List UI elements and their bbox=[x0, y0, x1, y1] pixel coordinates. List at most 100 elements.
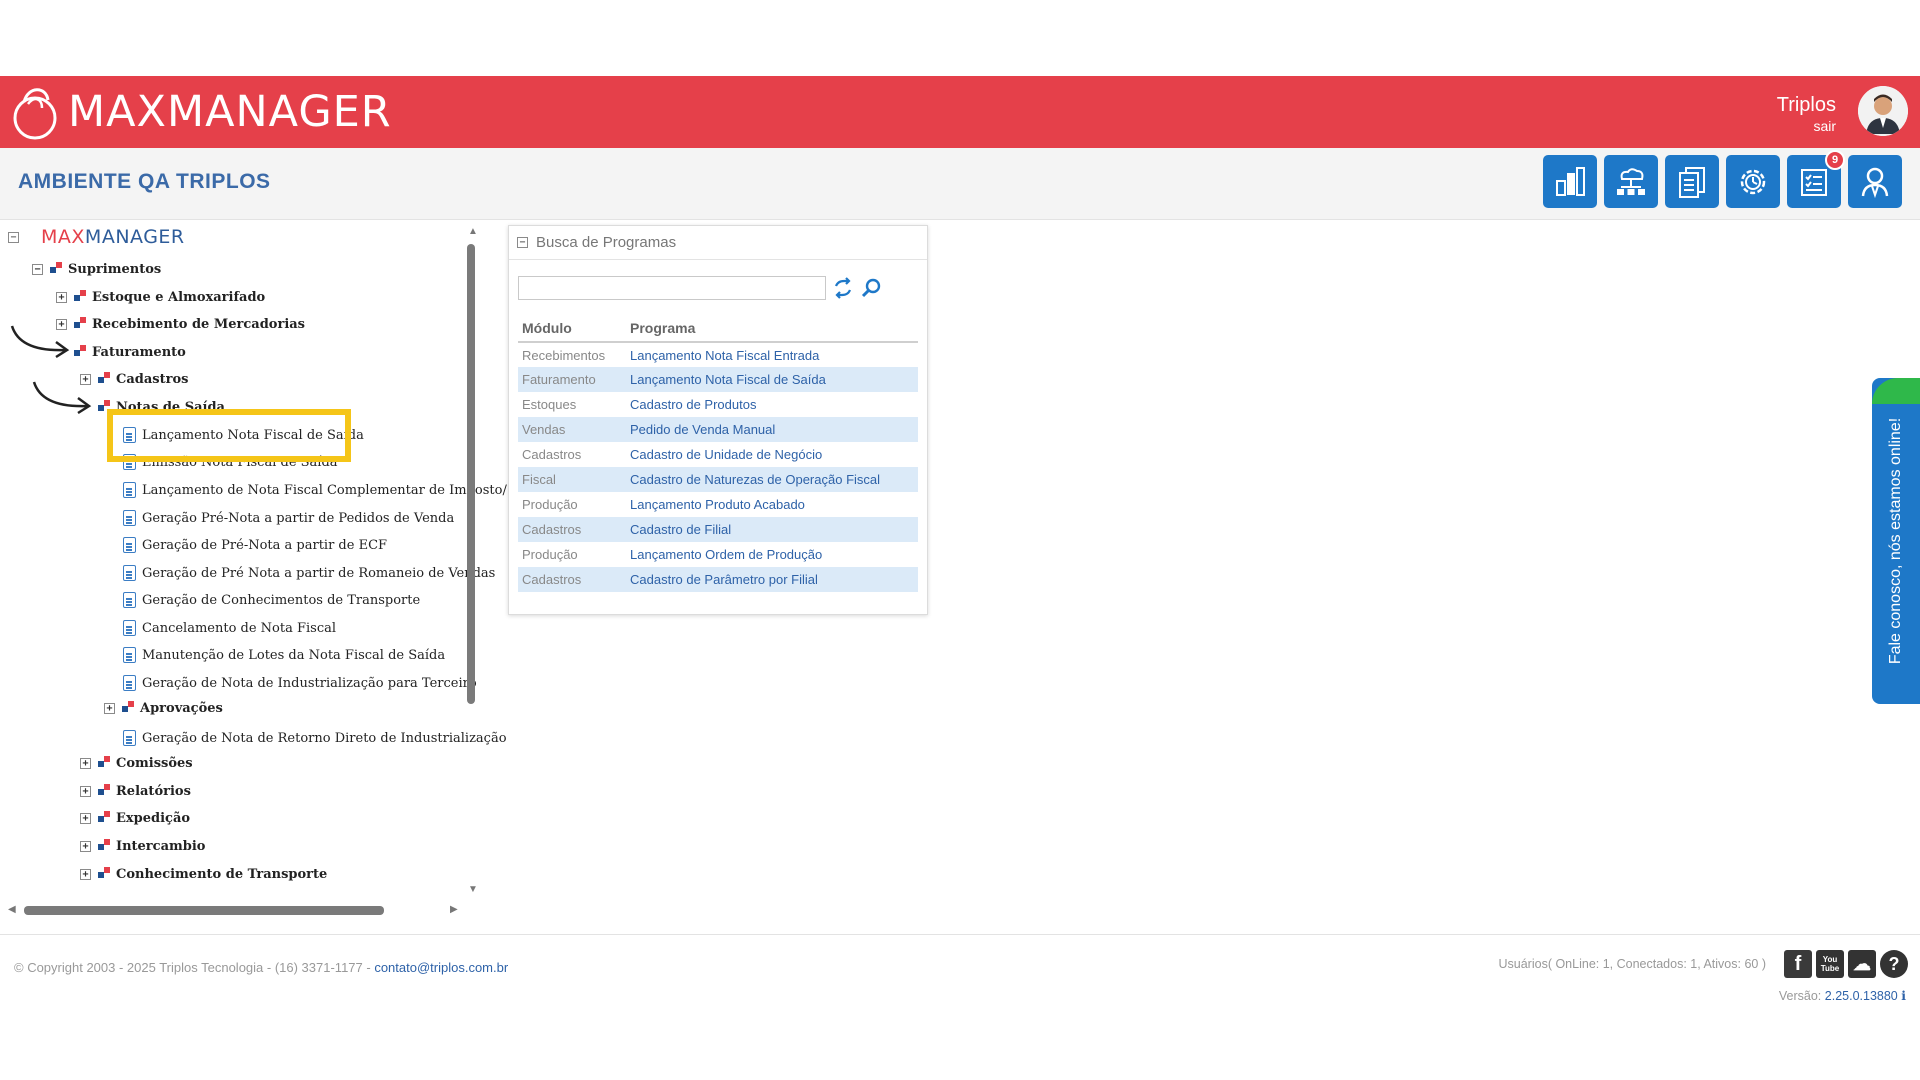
column-header-programa[interactable]: Programa bbox=[626, 314, 918, 343]
tree-node-conhecimento[interactable]: + Conhecimento de Transporte bbox=[80, 863, 327, 885]
tree-node-suprimentos[interactable]: − Suprimentos bbox=[32, 258, 161, 280]
expand-toggle[interactable]: + bbox=[80, 868, 91, 880]
tree-node-faturamento[interactable]: Faturamento bbox=[73, 341, 186, 363]
table-row[interactable]: Recebimentos Lançamento Nota Fiscal Entra… bbox=[518, 342, 918, 367]
tree-leaf[interactable]: Cancelamento de Nota Fiscal bbox=[123, 617, 336, 639]
settings-button[interactable] bbox=[1726, 155, 1780, 208]
program-link[interactable]: Cadastro de Unidade de Negócio bbox=[626, 442, 918, 467]
network-button[interactable] bbox=[1604, 155, 1658, 208]
program-link[interactable]: Cadastro de Parâmetro por Filial bbox=[626, 567, 918, 592]
program-link[interactable]: Lançamento Ordem de Produção bbox=[626, 542, 918, 567]
expand-toggle[interactable]: + bbox=[80, 812, 91, 824]
scroll-up-icon[interactable]: ▲ bbox=[468, 226, 478, 237]
tree-node-aprovacoes[interactable]: + Aprovações bbox=[104, 697, 223, 719]
collapse-toggle[interactable]: − bbox=[8, 231, 19, 243]
contact-email-link[interactable]: contato@triplos.com.br bbox=[374, 960, 508, 975]
program-link[interactable]: Pedido de Venda Manual bbox=[626, 417, 918, 442]
chat-label: Fale conosco, nós estamos online! bbox=[1887, 417, 1905, 665]
tree-leaf[interactable]: Geração Pré-Nota a partir de Pedidos de … bbox=[123, 507, 454, 529]
scroll-left-icon[interactable]: ◀ bbox=[8, 904, 16, 915]
search-row bbox=[518, 276, 882, 300]
cloud-icon[interactable]: ☁ bbox=[1848, 950, 1876, 978]
brand-logo[interactable]: MAXMANAGER bbox=[10, 78, 392, 146]
tree-node-recebimento[interactable]: + Recebimento de Mercadorias bbox=[56, 313, 305, 335]
tree-node-relatorios[interactable]: + Relatórios bbox=[80, 780, 191, 802]
document-icon bbox=[123, 482, 136, 498]
user-avatar[interactable] bbox=[1858, 86, 1908, 136]
tree-leaf[interactable]: Geração de Pré-Nota a partir de ECF bbox=[123, 534, 387, 556]
expand-toggle[interactable]: + bbox=[80, 785, 91, 797]
program-tree: − MAXMANAGER − Suprimentos + Estoque e Alm… bbox=[8, 226, 507, 906]
collapse-toggle[interactable]: − bbox=[32, 263, 43, 275]
tree-leaf[interactable]: Geração de Nota de Industrialização para… bbox=[123, 672, 477, 694]
module-cell: Cadastros bbox=[518, 567, 626, 592]
dashboard-button[interactable] bbox=[1543, 155, 1597, 208]
help-icon[interactable]: ? bbox=[1880, 950, 1908, 978]
table-row[interactable]: Faturamento Lançamento Nota Fiscal de Saí… bbox=[518, 367, 918, 392]
program-link[interactable]: Cadastro de Naturezas de Operação Fiscal bbox=[626, 467, 918, 492]
tree-node-comissoes[interactable]: + Comissões bbox=[80, 752, 193, 774]
table-row[interactable]: Estoques Cadastro de Produtos bbox=[518, 392, 918, 417]
tree-node-expedicao[interactable]: + Expedição bbox=[80, 807, 190, 829]
notification-badge: 9 bbox=[1825, 150, 1845, 170]
info-icon[interactable]: ℹ bbox=[1901, 989, 1906, 1003]
horizontal-scrollbar[interactable] bbox=[24, 906, 384, 915]
tree-leaf[interactable]: Geração de Nota de Retorno Direto de Ind… bbox=[123, 727, 507, 749]
folder-icon bbox=[97, 839, 111, 853]
scroll-down-icon[interactable]: ▼ bbox=[468, 884, 478, 895]
column-header-modulo[interactable]: Módulo bbox=[518, 314, 626, 343]
scroll-right-icon[interactable]: ▶ bbox=[450, 904, 458, 915]
program-link[interactable]: Cadastro de Filial bbox=[626, 517, 918, 542]
tree-node-estoque[interactable]: + Estoque e Almoxarifado bbox=[56, 286, 265, 308]
program-search-input[interactable] bbox=[518, 276, 826, 300]
tasks-button[interactable]: 9 bbox=[1787, 150, 1845, 208]
program-link[interactable]: Cadastro de Produtos bbox=[626, 392, 918, 417]
table-row[interactable]: Cadastros Cadastro de Filial bbox=[518, 517, 918, 542]
expand-toggle[interactable]: + bbox=[56, 291, 67, 303]
collapse-toggle[interactable]: − bbox=[517, 237, 528, 248]
refresh-icon[interactable] bbox=[832, 277, 854, 299]
table-row[interactable]: Produção Lançamento Ordem de Produção bbox=[518, 542, 918, 567]
search-icon[interactable] bbox=[860, 277, 882, 299]
tree-leaf[interactable]: Lançamento de Nota Fiscal Complementar d… bbox=[123, 479, 507, 501]
program-link[interactable]: Lançamento Nota Fiscal de Saída bbox=[626, 367, 918, 392]
youtube-icon[interactable]: You Tube bbox=[1816, 950, 1844, 978]
program-link[interactable]: Lançamento Produto Acabado bbox=[626, 492, 918, 517]
module-cell: Recebimentos bbox=[522, 347, 606, 363]
user-admin-button[interactable] bbox=[1848, 155, 1902, 208]
module-cell: Cadastros bbox=[518, 517, 626, 542]
expand-toggle[interactable]: + bbox=[80, 757, 91, 769]
tree-node-intercambio[interactable]: + Intercambio bbox=[80, 835, 205, 857]
brand-mark-icon bbox=[13, 88, 57, 140]
table-row[interactable]: Vendas Pedido de Venda Manual bbox=[518, 417, 918, 442]
tree-leaf[interactable]: Geração de Conhecimentos de Transporte bbox=[123, 589, 420, 611]
program-link[interactable]: Lançamento Nota Fiscal Entrada bbox=[626, 342, 918, 367]
tree-leaf[interactable]: Geração de Pré Nota a partir de Romaneio… bbox=[123, 562, 495, 584]
table-row[interactable]: Produção Lançamento Produto Acabado bbox=[518, 492, 918, 517]
documents-button[interactable] bbox=[1665, 155, 1719, 208]
table-row[interactable]: Cadastros Cadastro de Parâmetro por Filia… bbox=[518, 567, 918, 592]
module-cell: Estoques bbox=[522, 397, 577, 412]
version-number[interactable]: 2.25.0.13880 bbox=[1825, 989, 1898, 1003]
users-status: Usuários( OnLine: 1, Conectados: 1, Ativ… bbox=[1498, 957, 1767, 971]
tasks-icon bbox=[1801, 168, 1827, 196]
documents-icon bbox=[1679, 166, 1705, 198]
table-header-row: Módulo Programa bbox=[518, 314, 918, 343]
panel-header: − Busca de Programas bbox=[509, 226, 927, 260]
document-icon bbox=[123, 730, 136, 746]
expand-toggle[interactable]: + bbox=[80, 840, 91, 852]
footer-divider bbox=[0, 934, 1920, 935]
chat-tab[interactable]: Fale conosco, nós estamos online! bbox=[1872, 378, 1920, 704]
tree-node-cadastros[interactable]: + Cadastros bbox=[80, 368, 188, 390]
facebook-icon[interactable]: f bbox=[1784, 950, 1812, 978]
vertical-scrollbar[interactable] bbox=[467, 244, 475, 704]
tree-leaf[interactable]: Manutenção de Lotes da Nota Fiscal de Sa… bbox=[123, 644, 445, 666]
expand-toggle[interactable]: + bbox=[104, 702, 115, 714]
table-row[interactable]: Fiscal Cadastro de Naturezas de Operação … bbox=[518, 467, 918, 492]
tree-root[interactable]: − MAXMANAGER bbox=[8, 226, 185, 248]
module-cell: Produção bbox=[522, 547, 578, 562]
document-icon bbox=[123, 647, 136, 663]
table-row[interactable]: Cadastros Cadastro de Unidade de Negócio bbox=[518, 442, 918, 467]
avatar-icon bbox=[1858, 86, 1908, 136]
logout-link[interactable]: sair bbox=[1813, 118, 1836, 134]
